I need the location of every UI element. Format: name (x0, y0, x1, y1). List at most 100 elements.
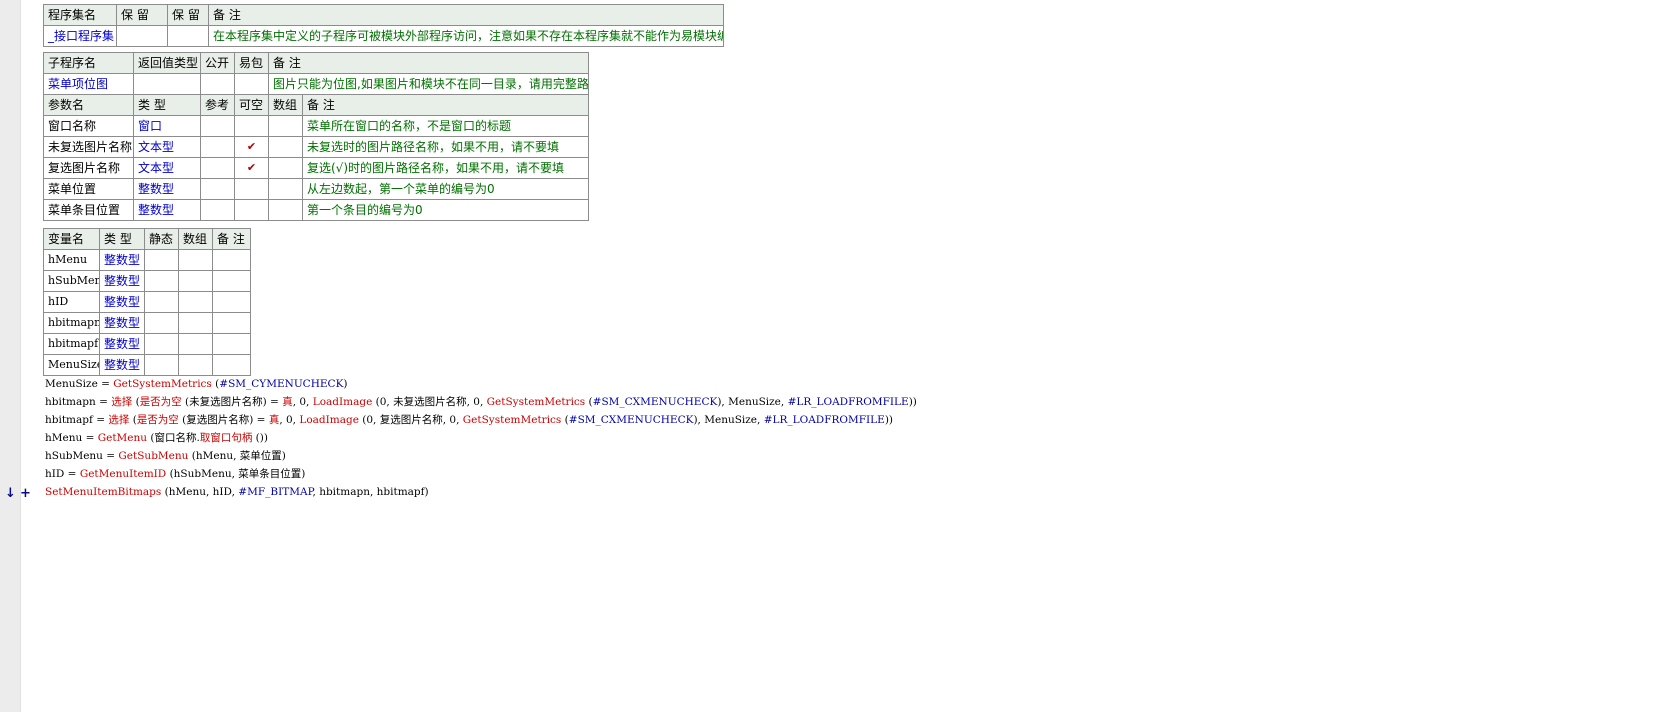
param-array-cell[interactable] (268, 199, 303, 221)
code-line[interactable]: hID = GetMenuItemID (hSubMenu, 菜单条目位置) (45, 465, 305, 483)
assembly-row[interactable]: _接口程序集 在本程序集中定义的子程序可被模块外部程序访问，注意如果不存在本程序… (43, 25, 724, 47)
variable-name-cell[interactable]: hbitmapf (43, 333, 100, 355)
assembly-reserved-2-cell[interactable] (167, 25, 209, 47)
variable-array-cell[interactable] (178, 312, 213, 334)
variable-array-cell[interactable] (178, 354, 213, 376)
assembly-note-cell[interactable]: 在本程序集中定义的子程序可被模块外部程序访问，注意如果不存在本程序集就不能作为易… (208, 25, 724, 47)
variable-row[interactable]: hbitmapf 整数型 (43, 333, 251, 355)
param-type-cell[interactable]: 窗口 (133, 115, 201, 137)
variable-row[interactable]: hSubMenu 整数型 (43, 270, 251, 292)
subroutine-note-cell[interactable]: 图片只能为位图,如果图片和模块不在同一目录，请用完整路径 (268, 73, 589, 95)
variable-name-cell[interactable]: hID (43, 291, 100, 313)
arrow-down-icon[interactable]: ↓ (5, 486, 16, 501)
param-nullable-cell[interactable] (234, 178, 269, 200)
param-row[interactable]: 未复选图片名称 文本型 ✔ 未复选时的图片路径名称，如果不用，请不要填 (43, 136, 589, 158)
subroutine-public-cell[interactable] (200, 73, 235, 95)
variable-static-cell[interactable] (144, 312, 179, 334)
param-note-cell[interactable]: 从左边数起，第一个菜单的编号为0 (302, 178, 589, 200)
param-type-cell[interactable]: 整数型 (133, 178, 201, 200)
assembly-reserved-1-cell[interactable] (116, 25, 168, 47)
col-header-var-type: 类 型 (99, 228, 145, 250)
variable-row[interactable]: MenuSize 整数型 (43, 354, 251, 376)
code-line[interactable]: hMenu = GetMenu (窗口名称.取窗口句柄 ()) (45, 429, 268, 447)
variable-row[interactable]: hbitmapn 整数型 (43, 312, 251, 334)
checkmark-icon[interactable]: ✔ (234, 136, 269, 158)
param-array-cell[interactable] (268, 115, 303, 137)
subroutine-row[interactable]: 菜单项位图 图片只能为位图,如果图片和模块不在同一目录，请用完整路径 (43, 73, 589, 95)
subroutine-name-cell[interactable]: 菜单项位图 (43, 73, 134, 95)
param-ref-cell[interactable] (200, 199, 235, 221)
variable-static-cell[interactable] (144, 249, 179, 271)
code-function: LoadImage (299, 414, 359, 426)
param-row[interactable]: 窗口名称 窗口 菜单所在窗口的名称，不是窗口的标题 (43, 115, 589, 137)
subroutine-package-cell[interactable] (234, 73, 269, 95)
variable-static-cell[interactable] (144, 354, 179, 376)
col-header-param-array: 数组 (268, 94, 303, 116)
param-array-cell[interactable] (268, 157, 303, 179)
param-ref-cell[interactable] (200, 157, 235, 179)
variable-name-cell[interactable]: hSubMenu (43, 270, 100, 292)
param-type-cell[interactable]: 整数型 (133, 199, 201, 221)
gutter-divider (20, 0, 21, 712)
subroutine-return-cell[interactable] (133, 73, 201, 95)
code-line[interactable]: hbitmapf = 选择 (是否为空 (复选图片名称) = 真, 0, Loa… (45, 411, 893, 429)
param-type-cell[interactable]: 文本型 (133, 157, 201, 179)
param-nullable-cell[interactable] (234, 199, 269, 221)
param-row[interactable]: 菜单条目位置 整数型 第一个条目的编号为0 (43, 199, 589, 221)
variable-name-cell[interactable]: hbitmapn (43, 312, 100, 334)
variable-note-cell[interactable] (212, 312, 251, 334)
variable-row[interactable]: hID 整数型 (43, 291, 251, 313)
code-text: ( (585, 396, 593, 408)
variable-array-cell[interactable] (178, 291, 213, 313)
checkmark-icon[interactable]: ✔ (234, 157, 269, 179)
variable-note-cell[interactable] (212, 249, 251, 271)
code-line[interactable]: MenuSize = GetSystemMetrics (#SM_CYMENUC… (45, 375, 348, 393)
code-line[interactable]: hbitmapn = 选择 (是否为空 (未复选图片名称) = 真, 0, Lo… (45, 393, 917, 411)
param-name-cell[interactable]: 未复选图片名称 (43, 136, 134, 158)
plus-icon[interactable]: + (20, 486, 31, 501)
code-line[interactable]: hSubMenu = GetSubMenu (hMenu, 菜单位置) (45, 447, 286, 465)
col-header-param-note: 备 注 (302, 94, 589, 116)
variable-type-cell[interactable]: 整数型 (99, 333, 145, 355)
param-ref-cell[interactable] (200, 115, 235, 137)
param-name-cell[interactable]: 菜单位置 (43, 178, 134, 200)
variable-name-cell[interactable]: MenuSize (43, 354, 100, 376)
variable-array-cell[interactable] (178, 333, 213, 355)
param-nullable-cell[interactable] (234, 115, 269, 137)
assembly-name-cell[interactable]: _接口程序集 (43, 25, 117, 47)
param-name-cell[interactable]: 窗口名称 (43, 115, 134, 137)
param-name-cell[interactable]: 复选图片名称 (43, 157, 134, 179)
param-row[interactable]: 复选图片名称 文本型 ✔ 复选(√)时的图片路径名称，如果不用，请不要填 (43, 157, 589, 179)
variable-type-cell[interactable]: 整数型 (99, 270, 145, 292)
variable-note-cell[interactable] (212, 354, 251, 376)
variable-name-cell[interactable]: hMenu (43, 249, 100, 271)
variable-array-cell[interactable] (178, 249, 213, 271)
param-row[interactable]: 菜单位置 整数型 从左边数起，第一个菜单的编号为0 (43, 178, 589, 200)
variable-type-cell[interactable]: 整数型 (99, 291, 145, 313)
variable-type-cell[interactable]: 整数型 (99, 354, 145, 376)
param-note-cell[interactable]: 菜单所在窗口的名称，不是窗口的标题 (302, 115, 589, 137)
variable-note-cell[interactable] (212, 270, 251, 292)
param-array-cell[interactable] (268, 178, 303, 200)
param-name-cell[interactable]: 菜单条目位置 (43, 199, 134, 221)
variable-row[interactable]: hMenu 整数型 (43, 249, 251, 271)
param-ref-cell[interactable] (200, 178, 235, 200)
col-header-reserved-2: 保 留 (167, 4, 209, 26)
code-text: ) (343, 378, 348, 390)
param-note-cell[interactable]: 第一个条目的编号为0 (302, 199, 589, 221)
variable-note-cell[interactable] (212, 291, 251, 313)
code-line-current[interactable]: SetMenuItemBitmaps (hMenu, hID, #MF_BITM… (45, 483, 429, 501)
variable-type-cell[interactable]: 整数型 (99, 249, 145, 271)
param-note-cell[interactable]: 未复选时的图片路径名称，如果不用，请不要填 (302, 136, 589, 158)
variable-note-cell[interactable] (212, 333, 251, 355)
col-header-assembly-name: 程序集名 (43, 4, 117, 26)
param-type-cell[interactable]: 文本型 (133, 136, 201, 158)
variable-static-cell[interactable] (144, 291, 179, 313)
variable-static-cell[interactable] (144, 333, 179, 355)
variable-array-cell[interactable] (178, 270, 213, 292)
variable-static-cell[interactable] (144, 270, 179, 292)
variable-type-cell[interactable]: 整数型 (99, 312, 145, 334)
param-note-cell[interactable]: 复选(√)时的图片路径名称，如果不用，请不要填 (302, 157, 589, 179)
param-ref-cell[interactable] (200, 136, 235, 158)
param-array-cell[interactable] (268, 136, 303, 158)
